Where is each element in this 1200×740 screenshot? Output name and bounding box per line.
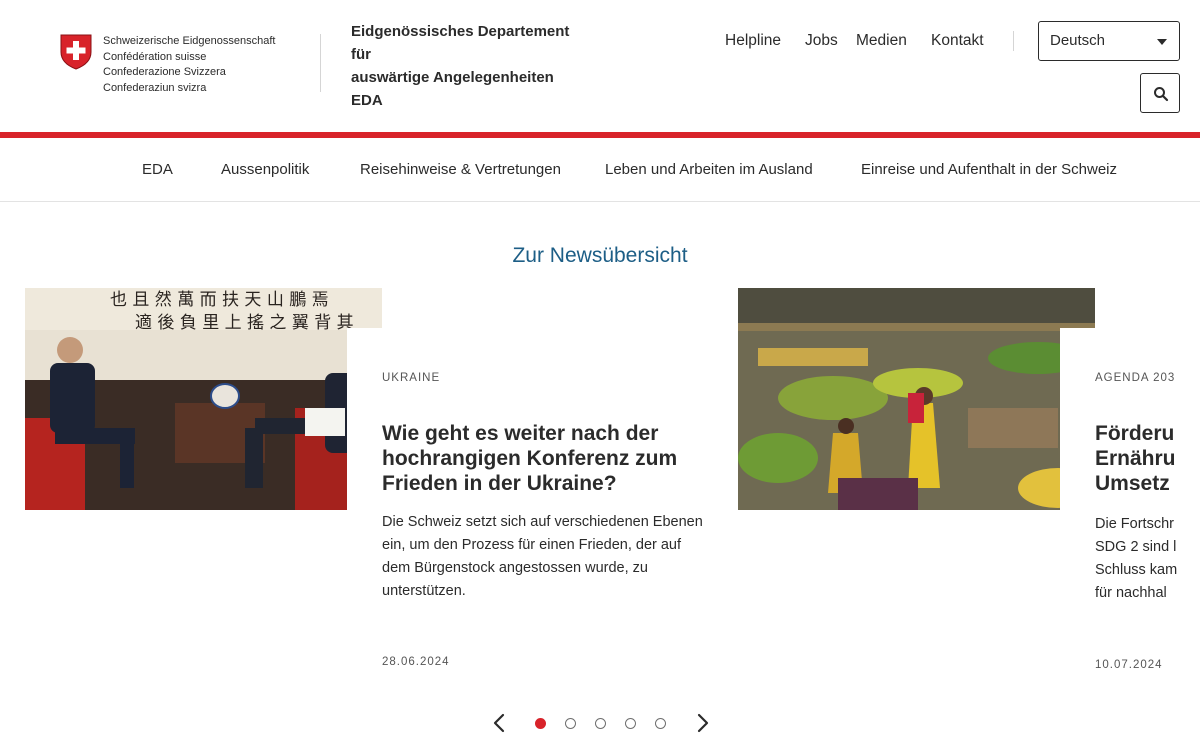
nav-item-aussenpolitik[interactable]: Aussenpolitik (221, 160, 309, 180)
search-icon (1154, 87, 1169, 102)
news-card-image-meeting[interactable]: 也 且 然 萬 而 扶 天 山 鵬 焉 適 後 負 里 上 搖 之 翼 背 其 (25, 288, 382, 510)
site-header: Schweizerische Eidgenossenschaft Confédé… (0, 0, 1200, 133)
carousel-dot[interactable] (595, 718, 606, 729)
news-card-date: 28.06.2024 (382, 656, 450, 668)
confederation-names: Schweizerische Eidgenossenschaft Confédé… (103, 34, 275, 96)
nav-item-einreise[interactable]: Einreise und Aufenthalt in der Schweiz (861, 160, 1117, 180)
confederation-name-rm: Confederaziun svizra (103, 81, 207, 94)
news-card-teaser: Die Fortschr SDG 2 sind l Schluss kam fü… (1095, 513, 1200, 605)
department-line: für (351, 46, 371, 63)
confederation-name-de: Schweizerische Eidgenossenschaft (103, 35, 276, 47)
confederation-name-it: Confederazione Svizzera (103, 66, 226, 78)
news-overview-link[interactable]: Zur Newsübersicht (0, 242, 1200, 270)
top-link-helpline[interactable]: Helpline (725, 31, 781, 51)
swiss-coat-of-arms-logo[interactable] (60, 34, 92, 70)
caret-down-icon (1157, 39, 1167, 45)
nav-item-leben-arbeiten[interactable]: Leben und Arbeiten im Ausland (605, 160, 813, 180)
header-divider (320, 34, 321, 92)
search-button[interactable] (1140, 73, 1180, 113)
news-card-kicker: AGENDA 203 (1095, 372, 1176, 384)
top-link-jobs[interactable]: Jobs (805, 31, 838, 51)
department-name[interactable]: Eidgenössisches Departement für auswärti… (351, 20, 591, 112)
carousel-dot[interactable] (535, 718, 546, 729)
news-card-title-line: Förderu (1095, 422, 1175, 445)
main-navigation: EDA Aussenpolitik Reisehinweise & Vertre… (0, 138, 1200, 202)
language-select-value: Deutsch (1050, 32, 1106, 49)
top-link-kontakt[interactable]: Kontakt (931, 31, 984, 51)
carousel-dot[interactable] (655, 718, 666, 729)
news-card-date: 10.07.2024 (1095, 659, 1163, 671)
news-card-teaser-line: für nachhal (1095, 585, 1167, 601)
carousel-dot[interactable] (565, 718, 576, 729)
svg-text:也 且 然 萬 而 扶 天 山 鵬 焉: 也 且 然 萬 而 扶 天 山 鵬 焉 (110, 290, 329, 310)
confederation-name-fr: Confédération suisse (103, 50, 207, 63)
news-card-teaser: Die Schweiz setzt sich auf verschiedenen… (382, 514, 703, 599)
news-card-title-line: Umsetz (1095, 472, 1170, 495)
news-card-teaser-line: Schluss kam (1095, 562, 1178, 578)
nav-item-eda[interactable]: EDA (142, 160, 173, 180)
news-card-teaser-line: SDG 2 sind l (1095, 539, 1177, 555)
news-card-title[interactable]: Wie geht es weiter nach der hochrangigen… (382, 421, 712, 496)
news-card-title[interactable]: Förderu Ernähru Umsetz (1095, 421, 1200, 496)
news-card-teaser-line: Die Fortschr (1095, 516, 1174, 532)
language-select[interactable]: Deutsch (1038, 21, 1180, 61)
department-line: auswärtige Angelegenheiten (351, 69, 554, 86)
news-card-title-line: Ernähru (1095, 447, 1176, 470)
nav-item-reisehinweise[interactable]: Reisehinweise & Vertretungen (360, 160, 561, 180)
carousel-next-button[interactable] (692, 712, 712, 734)
chevron-right-icon (697, 713, 709, 733)
department-line: EDA (351, 92, 383, 109)
top-links-divider (1013, 31, 1014, 51)
carousel-dot[interactable] (625, 718, 636, 729)
carousel-prev-button[interactable] (490, 712, 510, 734)
chevron-left-icon (493, 713, 505, 733)
top-link-medien[interactable]: Medien (856, 31, 907, 51)
news-card-image-market[interactable] (738, 288, 1095, 510)
department-line: Eidgenössisches Departement (351, 23, 570, 40)
news-card-kicker: UKRAINE (382, 372, 441, 384)
swiss-shield-icon (60, 34, 92, 70)
